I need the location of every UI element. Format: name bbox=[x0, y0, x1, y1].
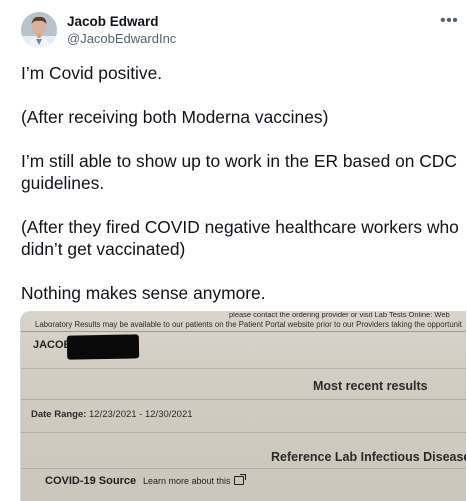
lab-section-heading: Reference Lab Infectious Disease bbox=[271, 450, 466, 464]
photo-divider bbox=[21, 468, 466, 469]
photo-top-fragment: please contact the ordering provider or … bbox=[229, 311, 450, 319]
author-handle[interactable]: @JacobEdwardInc bbox=[67, 31, 176, 46]
photo-divider bbox=[21, 399, 466, 400]
tweet-text-line-1: I’m Covid positive. bbox=[21, 63, 163, 83]
tweet-text-line-5: Nothing makes sense anymore. bbox=[21, 283, 266, 303]
external-link-icon bbox=[233, 474, 246, 485]
date-range-label: Date Range: bbox=[31, 409, 87, 420]
tweet-text-line-4: (After they fired COVID negative healthc… bbox=[21, 217, 459, 259]
photo-divider bbox=[21, 432, 466, 433]
avatar-photo bbox=[21, 12, 57, 48]
date-range-value: 12/23/2021 - 12/30/2021 bbox=[89, 409, 193, 420]
name-redaction bbox=[66, 334, 140, 360]
learn-more-link: Learn more about this bbox=[143, 476, 231, 486]
covid-source-label: COVID-19 Source bbox=[45, 475, 137, 487]
attached-photo[interactable]: please contact the ordering provider or … bbox=[20, 311, 466, 501]
photo-portal-notice: Laboratory Results may be available to o… bbox=[35, 320, 462, 329]
avatar[interactable] bbox=[21, 12, 57, 48]
tweet-text-line-3: I’m still able to show up to work in the… bbox=[21, 151, 457, 193]
most-recent-results-heading: Most recent results bbox=[313, 379, 428, 393]
more-options-icon[interactable]: ••• bbox=[440, 12, 458, 30]
photo-divider bbox=[21, 331, 466, 332]
author-name[interactable]: Jacob Edward bbox=[67, 14, 159, 29]
patient-name: JACOB bbox=[33, 339, 72, 351]
photo-divider bbox=[21, 368, 466, 369]
tweet-text-line-2: (After receiving both Moderna vaccines) bbox=[21, 107, 329, 127]
